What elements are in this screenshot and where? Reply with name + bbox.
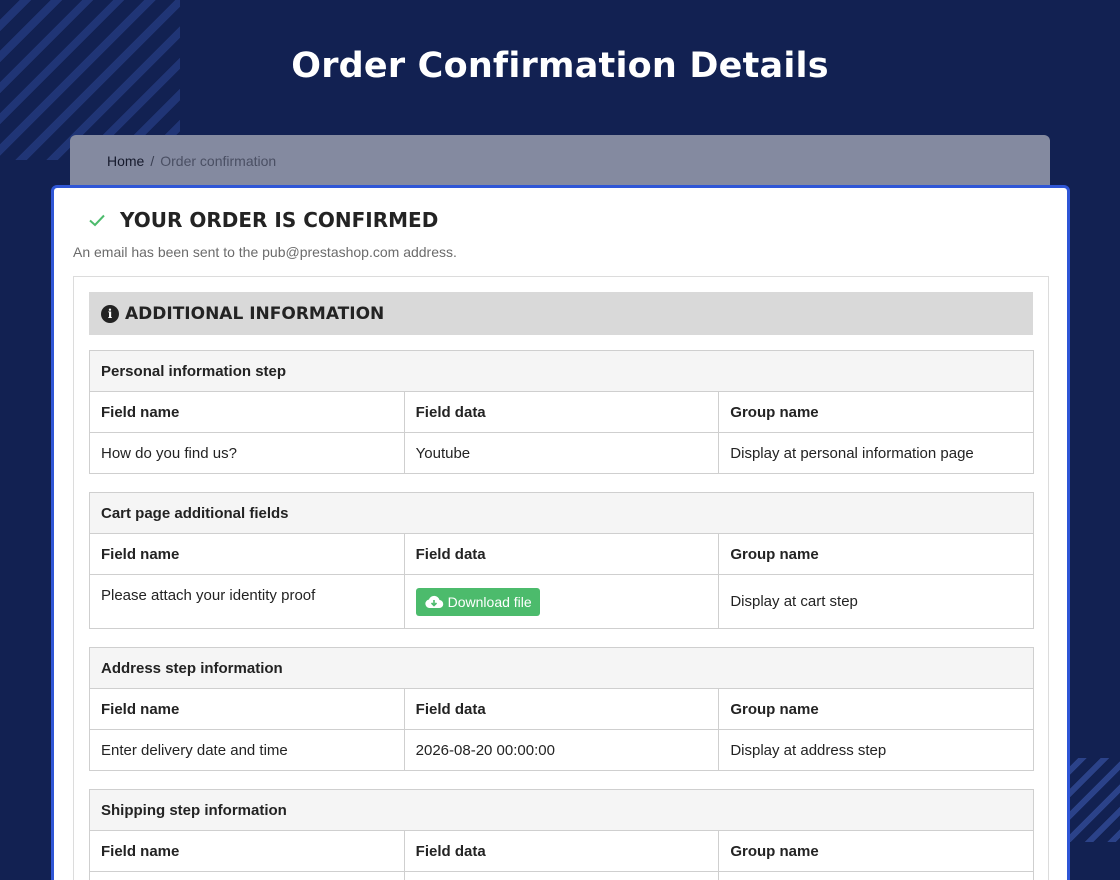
- breadcrumb-current: Order confirmation: [160, 153, 277, 169]
- column-header-field-data: Field data: [403, 533, 720, 575]
- table-section-row: Address step information: [89, 647, 1034, 689]
- breadcrumb-separator: /: [150, 153, 155, 169]
- check-icon: [89, 214, 105, 227]
- table-header-row: Field name Field data Group name: [89, 391, 1034, 433]
- breadcrumb-home-link[interactable]: Home: [107, 153, 144, 169]
- breadcrumb: Home / Order confirmation: [70, 135, 1050, 187]
- column-header-group-name: Group name: [718, 391, 1034, 433]
- column-header-field-data: Field data: [403, 830, 720, 872]
- column-header-field-name: Field name: [89, 688, 405, 730]
- download-file-button[interactable]: Download file: [415, 587, 540, 616]
- group-name-cell: Display at cart step: [718, 574, 1034, 629]
- field-name-cell: Enter delivery date and time: [89, 729, 405, 771]
- group-name-cell: Display at address step: [718, 729, 1034, 771]
- cart-fields-table: Cart page additional fields Field name F…: [89, 492, 1034, 629]
- field-name-cell: [89, 871, 405, 880]
- additional-information-title: ADDITIONAL INFORMATION: [125, 303, 385, 324]
- cloud-download-icon: [424, 595, 443, 608]
- download-file-label: Download file: [447, 593, 532, 610]
- column-header-field-data: Field data: [403, 688, 720, 730]
- table-header-row: Field name Field data Group name: [89, 688, 1034, 730]
- column-header-group-name: Group name: [718, 830, 1034, 872]
- order-confirmation-card: YOUR ORDER IS CONFIRMED An email has bee…: [51, 185, 1070, 880]
- confirmation-title: YOUR ORDER IS CONFIRMED: [120, 208, 439, 232]
- field-data-cell: Download file: [403, 574, 720, 629]
- confirmation-email-note: An email has been sent to the pub@presta…: [73, 244, 457, 260]
- decorative-stripes-right: [1064, 758, 1120, 842]
- page-title: Order Confirmation Details: [291, 46, 829, 86]
- additional-information-header: i ADDITIONAL INFORMATION: [89, 292, 1033, 335]
- section-title: Shipping step information: [89, 789, 1034, 831]
- field-data-cell: 2026-08-20 00:00:00: [403, 729, 720, 771]
- table-row: Enter delivery date and time 2026-08-20 …: [89, 729, 1034, 771]
- column-header-group-name: Group name: [718, 533, 1034, 575]
- column-header-group-name: Group name: [718, 688, 1034, 730]
- group-name-cell: Display at personal information page: [718, 432, 1034, 474]
- column-header-field-data: Field data: [403, 391, 720, 433]
- table-header-row: Field name Field data Group name: [89, 533, 1034, 575]
- column-header-field-name: Field name: [89, 533, 405, 575]
- table-row: [89, 871, 1034, 880]
- table-section-row: Cart page additional fields: [89, 492, 1034, 534]
- table-row: Please attach your identity proof Downlo…: [89, 574, 1034, 629]
- additional-information-panel: i ADDITIONAL INFORMATION Personal inform…: [73, 276, 1049, 880]
- field-data-cell: [403, 871, 720, 880]
- section-title: Personal information step: [89, 350, 1034, 392]
- section-title: Cart page additional fields: [89, 492, 1034, 534]
- field-name-cell: How do you find us?: [89, 432, 405, 474]
- column-header-field-name: Field name: [89, 830, 405, 872]
- info-icon: i: [101, 304, 119, 323]
- table-header-row: Field name Field data Group name: [89, 830, 1034, 872]
- group-name-cell: [718, 871, 1034, 880]
- address-step-table: Address step information Field name Fiel…: [89, 647, 1034, 771]
- shipping-step-table: Shipping step information Field name Fie…: [89, 789, 1034, 880]
- table-section-row: Shipping step information: [89, 789, 1034, 831]
- confirmation-header: YOUR ORDER IS CONFIRMED: [87, 208, 438, 232]
- column-header-field-name: Field name: [89, 391, 405, 433]
- personal-information-table: Personal information step Field name Fie…: [89, 350, 1034, 474]
- field-name-cell: Please attach your identity proof: [89, 574, 405, 629]
- table-section-row: Personal information step: [89, 350, 1034, 392]
- table-row: How do you find us? Youtube Display at p…: [89, 432, 1034, 474]
- field-data-cell: Youtube: [403, 432, 720, 474]
- section-title: Address step information: [89, 647, 1034, 689]
